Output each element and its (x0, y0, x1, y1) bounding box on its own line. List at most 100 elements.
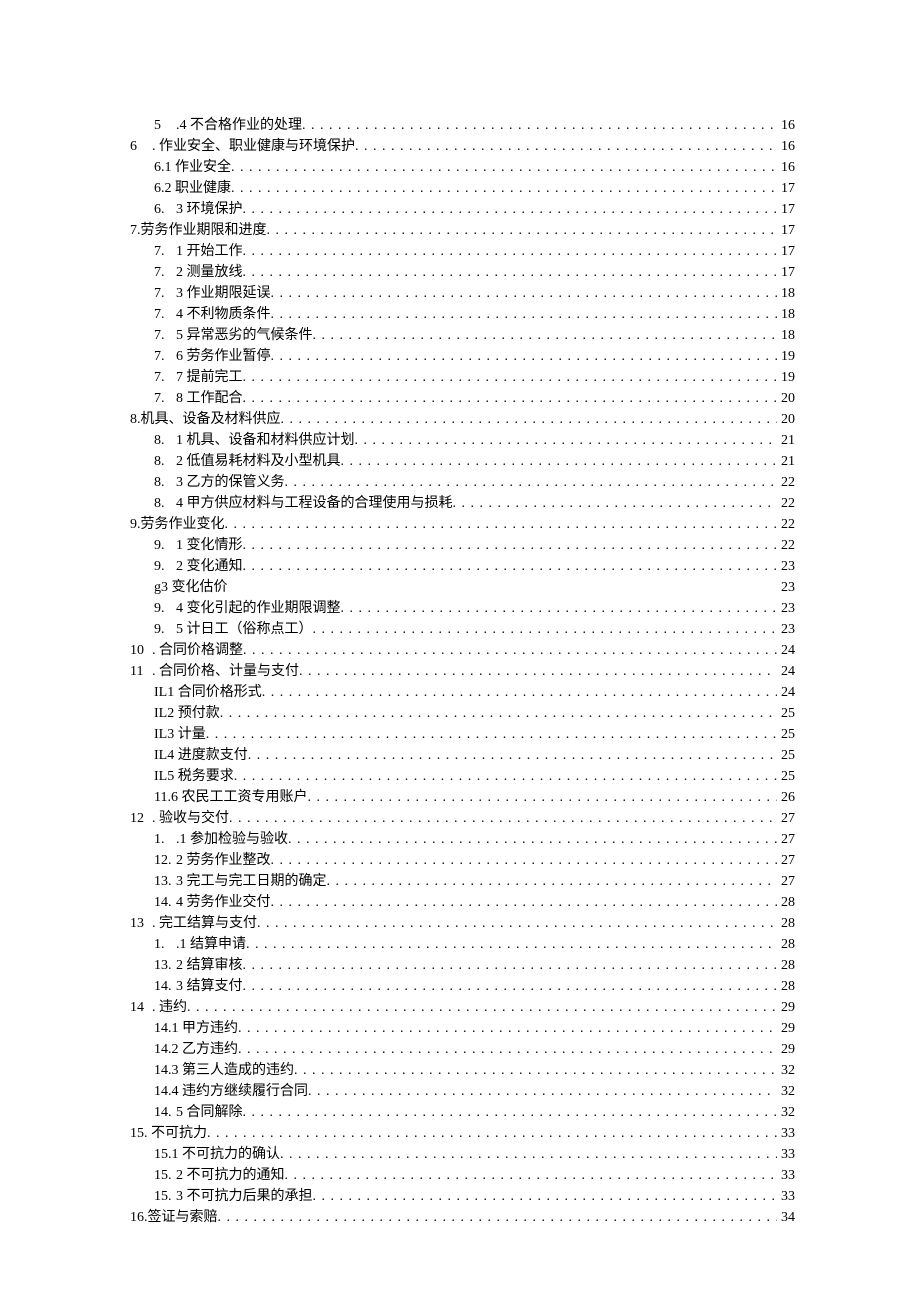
toc-entry-title: 2 结算审核 (176, 955, 243, 976)
toc-leader-dots (285, 1165, 778, 1186)
toc-entry-title: 4 不利物质条件 (176, 304, 271, 325)
toc-entry-title: 4 变化引起的作业期限调整 (176, 598, 341, 619)
toc-leader-dots (302, 115, 777, 136)
toc-entry-title: 1 机具、设备和材料供应计划 (176, 430, 355, 451)
toc-entry-title: IL1 合同价格形式 (154, 682, 262, 703)
toc-entry-title: 2 劳务作业整改 (176, 850, 271, 871)
toc-entry-page: 17 (777, 241, 795, 262)
toc-leader-dots (313, 619, 778, 640)
toc-entry-page: 22 (777, 514, 795, 535)
toc-entry-title: 7 提前完工 (176, 367, 243, 388)
toc-leader-dots (243, 640, 777, 661)
toc-leader-dots (243, 535, 778, 556)
toc-entry-page: 17 (777, 178, 795, 199)
toc-entry: 14.1 甲方违约29 (130, 1018, 795, 1039)
toc-entry-number: 7. (154, 346, 176, 367)
toc-leader-dots (288, 829, 777, 850)
toc-leader-dots (308, 1081, 777, 1102)
toc-entry-title: IL5 税务要求 (154, 766, 234, 787)
toc-entry-title: 16.签证与索赔 (130, 1207, 218, 1228)
toc-entry: 5.4 不合格作业的处理16 (130, 115, 795, 136)
toc-entry-page: 22 (777, 472, 795, 493)
toc-entry-title: 3 结算支付 (176, 976, 243, 997)
toc-entry-page: 27 (777, 850, 795, 871)
toc-entry-page: 24 (777, 682, 795, 703)
toc-entry-title: 3 作业期限延误 (176, 283, 271, 304)
toc-leader-dots (271, 892, 778, 913)
toc-entry-title: . 完工结算与支付 (152, 913, 257, 934)
toc-entry-number: 7. (154, 283, 176, 304)
toc-entry-title: 6 劳务作业暂停 (176, 346, 271, 367)
toc-entry-title: 3 不可抗力后果的承担 (176, 1186, 313, 1207)
toc-entry: IL1 合同价格形式 24 (130, 682, 795, 703)
toc-leader-dots (313, 325, 778, 346)
toc-entry: 9.1 变化情形22 (130, 535, 795, 556)
toc-entry: IL4 进度款支付25 (130, 745, 795, 766)
toc-entry-number: 9. (154, 535, 176, 556)
toc-entry-title: 1 开始工作 (176, 241, 243, 262)
toc-entry: 13.3 完工与完工日期的确定27 (130, 871, 795, 892)
toc-entry-page: 23 (777, 577, 795, 598)
toc-entry: 14.3 第三人造成的违约32 (130, 1060, 795, 1081)
toc-entry-page: 23 (777, 619, 795, 640)
toc-leader-dots (285, 472, 778, 493)
toc-entry: 8.3 乙方的保管义务22 (130, 472, 795, 493)
toc-leader-dots (243, 976, 778, 997)
toc-entry-number: 14. (154, 1102, 176, 1123)
toc-leader-dots (231, 178, 777, 199)
toc-entry-page: 33 (777, 1165, 795, 1186)
toc-entry: 12.2 劳务作业整改27 (130, 850, 795, 871)
toc-entry: 14.5 合同解除 32 (130, 1102, 795, 1123)
toc-entry-title: 9.劳务作业变化 (130, 514, 225, 535)
toc-entry-title: 5 合同解除 (176, 1102, 243, 1123)
toc-leader-dots (248, 745, 777, 766)
toc-entry-title: 14.4 违约方继续履行合同 (154, 1081, 308, 1102)
toc-entry-number: 9. (154, 598, 176, 619)
toc-leader-dots (220, 703, 777, 724)
toc-entry: 16.签证与索赔34 (130, 1207, 795, 1228)
toc-entry: 12. 验收与交付27 (130, 808, 795, 829)
toc-leader-dots (313, 1186, 778, 1207)
toc-entry-number: 9. (154, 619, 176, 640)
toc-leader-dots (225, 514, 778, 535)
toc-entry-title: 5 异常恶劣的气候条件 (176, 325, 313, 346)
toc-leader-dots (341, 598, 778, 619)
toc-entry: 15.1 不可抗力的确认33 (130, 1144, 795, 1165)
toc-entry-title: .4 不合格作业的处理 (176, 115, 302, 136)
toc-entry-page: 28 (777, 976, 795, 997)
toc-entry: 6.3 环境保护17 (130, 199, 795, 220)
toc-entry: 14.4 违约方继续履行合同32 (130, 1081, 795, 1102)
toc-entry-page: 24 (777, 640, 795, 661)
toc-entry: IL2 预付款25 (130, 703, 795, 724)
toc-entry-title: 3 环境保护 (176, 199, 243, 220)
toc-entry-title: 3 完工与完工日期的确定 (176, 871, 327, 892)
toc-entry: 9.2 变化通知23 (130, 556, 795, 577)
toc-entry: 14.2 乙方违约29 (130, 1039, 795, 1060)
toc-entry: 7.8 工作配合20 (130, 388, 795, 409)
toc-entry: 7.4 不利物质条件18 (130, 304, 795, 325)
toc-entry: 6. 作业安全、职业健康与环境保护16 (130, 136, 795, 157)
toc-entry: 8.4 甲方供应材料与工程设备的合理使用与损耗22 (130, 493, 795, 514)
toc-entry-title: 8.机具、设备及材料供应 (130, 409, 281, 430)
toc-entry-title: 14.1 甲方违约 (154, 1018, 238, 1039)
toc-entry-number: 7. (154, 241, 176, 262)
toc-entry-page: 24 (777, 661, 795, 682)
toc-leader-dots (262, 682, 777, 703)
toc-entry-page: 32 (777, 1102, 795, 1123)
toc-entry-page: 32 (777, 1060, 795, 1081)
toc-leader-dots (341, 451, 778, 472)
toc-entry: 8.2 低值易耗材料及小型机具21 (130, 451, 795, 472)
toc-leader-dots (294, 1060, 777, 1081)
toc-entry-number: 7. (154, 367, 176, 388)
toc-entry: 15.2 不可抗力的通知33 (130, 1165, 795, 1186)
toc-entry-title: 6.1 作业安全 (154, 157, 231, 178)
toc-leader-dots (299, 661, 777, 682)
toc-entry-page: 26 (777, 787, 795, 808)
toc-entry-page: 17 (777, 199, 795, 220)
toc-entry: 10. 合同价格调整24 (130, 640, 795, 661)
toc-entry-page: 28 (777, 892, 795, 913)
toc-entry-number: 8. (154, 430, 176, 451)
toc-entry: 14.3 结算支付28 (130, 976, 795, 997)
toc-entry-title: .1 结算申请 (176, 934, 246, 955)
toc-entry: 14.4 劳务作业交付28 (130, 892, 795, 913)
